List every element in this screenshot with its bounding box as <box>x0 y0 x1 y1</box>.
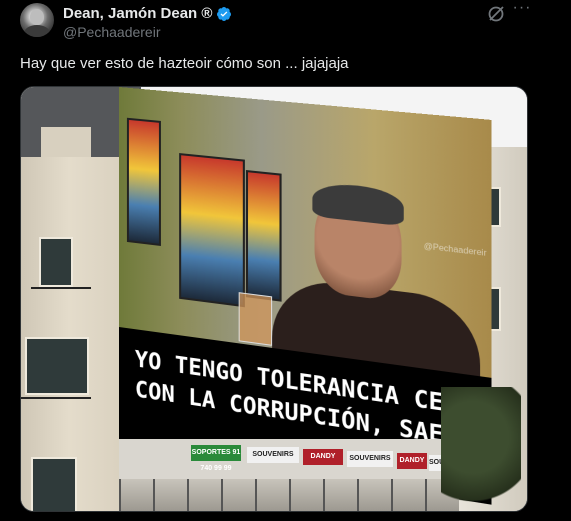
tweet-text: Hay que ver esto de hazteoir cómo son ..… <box>20 55 349 72</box>
tree <box>441 387 521 511</box>
billboard-watermark: @Pechaadereir <box>423 241 487 259</box>
verified-badge-icon <box>216 6 232 22</box>
store-sign: SOUVENIRS <box>247 447 299 463</box>
building-window <box>39 237 73 287</box>
store-sign: DANDY <box>397 453 427 469</box>
author-handle[interactable]: @Pechaadereir <box>63 24 161 40</box>
avatar-head-shape <box>30 9 44 25</box>
balcony-rail <box>31 287 91 289</box>
store-sign: DANDY <box>303 449 343 465</box>
store-sign: SOUVENIRS <box>347 451 393 467</box>
tweet: Dean, Jamón Dean ® @Pechaadereir ··· Hay… <box>0 0 571 521</box>
building-window <box>31 457 77 511</box>
avatar-body-shape <box>24 25 50 37</box>
store-sign: SOPORTES 91 740 99 99 <box>191 445 241 472</box>
beer-glass <box>238 292 273 346</box>
slot-machine <box>245 169 282 302</box>
tweet-media-image[interactable]: @Pechaadereir YO TENGO TOLERANCIA CERO C… <box>20 86 528 512</box>
author-name-row: Dean, Jamón Dean ® <box>63 5 232 22</box>
grok-icon[interactable] <box>486 4 506 24</box>
building-window <box>25 337 89 395</box>
slot-machine <box>179 153 245 308</box>
balcony-rail <box>21 397 91 399</box>
author-display-name[interactable]: Dean, Jamón Dean ® <box>63 5 212 22</box>
scaffolding <box>119 479 459 511</box>
avatar[interactable] <box>20 3 54 37</box>
more-options-icon[interactable]: ··· <box>510 0 534 23</box>
slot-machine <box>126 117 161 247</box>
